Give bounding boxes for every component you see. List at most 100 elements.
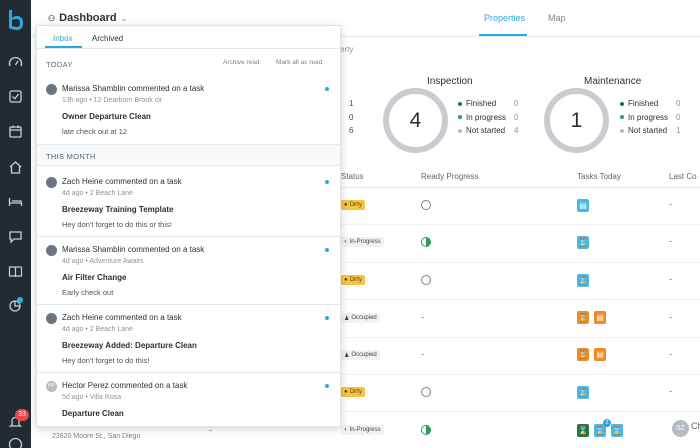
clipboard-task-icon[interactable]: ▤ <box>577 199 589 212</box>
bed-icon[interactable] <box>8 194 23 209</box>
hourglass-task-icon[interactable]: ⌛ <box>577 386 589 399</box>
task-count-badge: 2 <box>603 419 611 427</box>
tab-archived[interactable]: Archived <box>92 34 123 43</box>
notification-title: Breezeway Training Template <box>62 205 174 214</box>
avatar[interactable]: SZ <box>672 420 689 437</box>
hourglass-task-icon[interactable]: ⌛ <box>577 311 589 324</box>
legend-finished: Finished 0 <box>458 97 518 111</box>
legend-dot <box>620 115 624 120</box>
notification-author: Marissa Shamblin commented on a task <box>62 245 205 254</box>
last-completed-value: Ch <box>691 421 700 431</box>
panel-tabs: Inbox Archived <box>37 26 340 49</box>
notification-meta: 4d ago • Adventure Awaits <box>62 258 144 265</box>
left-sidebar: 33 <box>0 0 31 448</box>
chat-icon[interactable] <box>8 229 23 244</box>
broom-icon: ● <box>344 277 348 283</box>
notification-body: late check out at 12 <box>62 127 128 136</box>
legend-label: In progress <box>628 112 669 122</box>
column-header-tasks-today[interactable]: Tasks Today <box>577 172 621 181</box>
hourglass-task-icon[interactable]: ⌛ <box>577 236 589 249</box>
legend-dot <box>620 128 624 133</box>
clipboard-task-icon[interactable]: ▤ <box>594 348 606 361</box>
column-header-last-completed[interactable]: Last Co <box>669 172 697 181</box>
section-this-month: THIS MONTH <box>46 152 96 161</box>
legend-label: Not started <box>466 126 506 136</box>
legend-value: 0 <box>676 112 681 122</box>
tab-properties[interactable]: Properties <box>484 13 525 23</box>
notification-title: Breezeway Added: Departure Clean <box>62 341 197 350</box>
legend-dot <box>458 115 462 120</box>
clipboard-task-icon[interactable]: ▤ <box>594 311 606 324</box>
left-stat-1: 1 <box>349 99 354 108</box>
last-completed-value: - <box>669 312 672 322</box>
ready-progress-empty-icon <box>421 200 431 210</box>
active-tab-indicator <box>479 34 527 36</box>
notification-title: Departure Clean <box>62 409 124 418</box>
hourglass-task-icon[interactable]: ⌛ <box>577 274 589 287</box>
legend-label: Finished <box>466 99 497 109</box>
table-header-divider <box>340 187 700 188</box>
status-badge: ◐ In-Progress <box>341 237 384 247</box>
notification-author: Hector Perez commented on a task <box>62 381 188 390</box>
left-stat-3: 6 <box>349 126 354 135</box>
status-label: Dirty <box>349 202 362 208</box>
legend-value: 4 <box>514 126 519 136</box>
property-address: 23820 Moore St., San Diego <box>52 433 141 440</box>
legend-value: 0 <box>514 99 519 109</box>
notification-meta: 4d ago • 2 Beach Lane <box>62 190 133 197</box>
row-divider <box>340 299 700 300</box>
page-title: Dashboard <box>59 12 117 24</box>
last-completed-value: - <box>669 199 672 209</box>
notification-title: Owner Departure Clean <box>62 112 151 121</box>
inspection-donut[interactable]: 4 <box>383 88 448 153</box>
dashboard-menu[interactable]: ⚇ Dashboard ⌄ <box>48 12 127 24</box>
legend-label: In progress <box>466 112 507 122</box>
speedometer-icon[interactable] <box>8 55 23 70</box>
help-icon[interactable] <box>8 437 23 448</box>
mark-all-read-button[interactable]: Mark all as read <box>276 59 322 66</box>
notification-meta: 13h ago • 12 Dearborn Brook cir <box>62 97 163 104</box>
status-badge: ♟ Occupied <box>341 313 380 323</box>
hourglass-task-icon[interactable]: ⌛ <box>577 348 589 361</box>
hourglass-task-icon[interactable]: ⌛ <box>611 424 623 437</box>
row-divider <box>340 411 700 412</box>
calendar-icon[interactable] <box>8 124 23 139</box>
home-icon[interactable] <box>8 160 23 175</box>
broom-icon: ● <box>344 202 348 208</box>
legend-value: 0 <box>514 112 519 122</box>
row-divider <box>340 224 700 225</box>
column-header-ready-progress[interactable]: Ready Progress <box>421 172 478 181</box>
left-stat-2: 0 <box>349 113 354 122</box>
person-icon: ♟ <box>344 352 350 359</box>
notification-divider <box>37 304 340 305</box>
legend-dot <box>620 101 624 106</box>
ready-progress-value: - <box>421 349 424 359</box>
book-icon[interactable] <box>8 264 23 279</box>
partial-label: erty <box>340 45 354 54</box>
column-header-status[interactable]: Status <box>341 172 364 181</box>
maintenance-donut[interactable]: 1 <box>544 88 609 153</box>
notification-count-badge: 33 <box>15 409 29 421</box>
breezeway-logo-icon[interactable] <box>6 9 26 33</box>
half-circle-icon: ◐ <box>344 427 348 433</box>
tab-map[interactable]: Map <box>548 13 566 23</box>
legend-dot <box>458 101 462 106</box>
notification-body: Hey don't forget to do this! <box>62 356 150 365</box>
last-completed-value: - <box>669 386 672 396</box>
tab-inbox[interactable]: Inbox <box>53 34 73 43</box>
status-badge: ◐ In-Progress <box>341 425 384 435</box>
checkbox-icon[interactable] <box>8 89 23 104</box>
maintenance-title: Maintenance <box>584 76 642 87</box>
avatar <box>46 177 57 188</box>
avatar <box>46 84 57 95</box>
section-this-month-bar: THIS MONTH <box>37 144 340 166</box>
chevron-down-icon: ⌄ <box>120 13 128 23</box>
hourglass-task-icon[interactable]: ⌛ <box>577 424 589 437</box>
archive-read-button[interactable]: Archive read <box>223 59 260 66</box>
last-completed-value: - <box>669 274 672 284</box>
maintenance-legend: Finished 0 In progress 0 Not started 1 <box>620 97 680 138</box>
unread-dot <box>325 87 329 91</box>
unread-dot <box>325 384 329 388</box>
status-label: Dirty <box>349 389 362 395</box>
ready-progress-empty-icon <box>421 387 431 397</box>
